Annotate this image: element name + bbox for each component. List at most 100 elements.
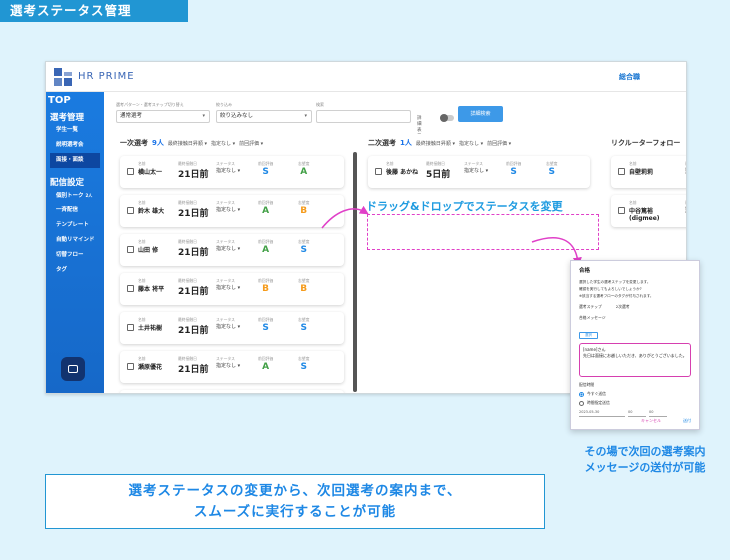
status-select[interactable]: 指定なし ▾ [216,245,240,252]
card-field: 名前 後藤 あかね [386,161,418,176]
card-checkbox[interactable] [127,363,134,370]
status-select[interactable]: 指定なし ▾ [216,323,240,330]
sidebar-item-tag[interactable]: タグ [46,263,104,278]
card-field: 名前 鈴木 雄大 [138,200,164,215]
sidebar-item-remind[interactable]: 自動リマインド [46,233,104,248]
candidate-card[interactable]: 名前 後藤 あかね 最終接触日 5日前 ステータス 指定なし ▾ 前回評価 S 志望度 S [368,156,590,188]
sort-select[interactable]: 最終接触日昇順 ▾ [168,140,207,147]
pattern-value: 通常選考 [120,113,143,119]
card-field: ステータス 指定なし ▾ [216,239,240,252]
eval-filter-select[interactable]: 前回評価 ▾ [239,140,263,147]
prev-eval-grade: A [262,206,270,216]
sidebar: TOP 選考管理 学生一覧 説明選考会 面接・面談 配信設定 個別トーク 2人 一… [46,92,104,393]
card-checkbox[interactable] [618,207,625,214]
candidate-card[interactable]: 名前中谷篤裕 (digmee) 最終接触日3 [611,195,686,227]
dialog-line-2: 確認を実行してもよろしいでしょうか? [579,287,642,291]
status-select[interactable]: 指定なし ▾ [464,167,488,174]
cancel-button[interactable]: キャンセル [641,418,661,424]
search-input[interactable] [316,110,411,123]
sidebar-item-briefing[interactable]: 説明選考会 [46,138,104,153]
card-field: 前回評価 S [258,161,273,177]
card-checkbox[interactable] [127,246,134,253]
card-field: 前回評価 A [258,239,273,255]
date-input[interactable]: 2023-05-30 [579,410,625,417]
prev-eval-grade: A [262,362,270,372]
sidebar-item-interview[interactable]: 面接・面談 [50,153,100,168]
sort-select[interactable]: 最終接触日昇順 ▾ [416,140,455,147]
send-button[interactable]: 送付 [683,418,691,424]
aspiration-grade: S [300,362,307,372]
brand-name: HR PRIME [78,71,135,82]
sidebar-item-students[interactable]: 学生一覧 [46,123,104,138]
candidate-card[interactable]: 名前 鈴木 雄大 最終接触日 21日前 ステータス 指定なし ▾ 前回評価 A 志望度 B [120,195,344,227]
aspiration-grade: S [300,245,307,255]
banner-title: 選考ステータス管理 [0,0,188,22]
radio-on-icon [579,391,584,397]
card-field: ステータス 指定なし ▾ [216,278,240,291]
card-checkbox[interactable] [618,168,625,175]
template-select-button[interactable]: 選択 [579,332,598,339]
candidate-card[interactable]: 名前 土井祐樹 最終接触日 21日前 ステータス 指定なし ▾ 前回評価 S 志望度 S [120,312,344,344]
sidebar-item-switch-flow[interactable]: 切替フロー [46,248,104,263]
status-select[interactable]: 指定なし ▾ [216,206,240,213]
card-field: 最終接触日 21日前 [178,317,209,336]
card-checkbox[interactable] [127,207,134,214]
candidate-card[interactable]: 名前 藤本 将平 最終接触日 21日前 ステータス 指定なし ▾ 前回評価 B 志望度 B [120,273,344,305]
card-checkbox[interactable] [127,285,134,292]
candidate-name: 藤本 将平 [138,286,165,293]
dialog-title: 合格 [579,268,591,274]
sidebar-top-link[interactable]: TOP [46,92,104,106]
candidate-card[interactable]: 名前自壁莉莉 最終接触日5 [611,156,686,188]
eval-filter-select[interactable]: 前回評価 ▾ [487,140,511,147]
status-select[interactable]: 指定なし ▾ [216,362,240,369]
advanced-search-button[interactable]: 詳細検索 [458,106,503,122]
sidebar-item-broadcast[interactable]: 一斉配信 [46,203,104,218]
candidate-card[interactable]: 名前 山田 修 最終接触日 21日前 ステータス 指定なし ▾ 前回評価 A 志望度 S [120,234,344,266]
user-menu[interactable]: 総合職 [619,72,640,82]
card-checkbox[interactable] [127,324,134,331]
card-field: ステータス 指定なし ▾ [216,317,240,330]
pattern-select[interactable]: 通常選考 ▾ [116,110,210,123]
candidate-name: 後藤 あかね [386,169,419,176]
send-now-radio[interactable]: 今すぐ送信 [579,391,691,397]
minute-select[interactable]: 00 [649,410,667,417]
pass-dialog: 合格 選択した学生の選考ステップを変更します。 確認を実行してもよろしいでしょう… [570,260,700,430]
hour-select[interactable]: 00 [628,410,646,417]
card-field: 志望度 S [546,161,557,177]
card-field: 前回評価 S [258,317,273,333]
candidate-card[interactable]: 名前 瀬原優花 最終接触日 21日前 ステータス 指定なし ▾ 前回評価 A 志望度 S [120,351,344,383]
candidate-name: 横山太一 [138,169,163,176]
sidebar-item-talk[interactable]: 個別トーク 2人 [46,188,104,203]
aspiration-grade: S [548,167,555,177]
chat-button[interactable] [61,357,85,381]
drop-zone [367,214,599,250]
detail-toggle[interactable] [440,114,454,122]
candidate-card[interactable]: 名前吉田康博 (Android)最終接触日21日前ステータス指定なし ▾前回評価… [120,390,344,393]
card-field: 志望度 B [298,200,309,216]
status-filter-select[interactable]: 指定なし ▾ [211,140,235,147]
chevron-down-icon: ▾ [304,113,307,119]
status-select[interactable]: 指定なし ▾ [216,284,240,291]
column-title: 一次選考 [120,139,148,147]
column-count: 9人 [152,139,164,147]
last-contact-days: 21日前 [178,365,209,375]
card-field: 名前 藤本 将平 [138,278,164,293]
narrow-label: 絞り込み [216,102,232,107]
prev-eval-grade: A [262,245,270,255]
candidate-card[interactable]: 名前 横山太一 最終接触日 21日前 ステータス 指定なし ▾ 前回評価 S 志望度 A [120,156,344,188]
card-field: 名前 山田 修 [138,239,158,254]
card-field: 最終接触日5 [685,161,686,177]
card-checkbox[interactable] [127,168,134,175]
column-scrollbar[interactable] [353,152,357,392]
card-checkbox[interactable] [375,168,382,175]
card-field: 名前 自壁莉莉 [629,161,653,176]
status-filter-select[interactable]: 指定なし ▾ [459,140,483,147]
status-select[interactable]: 指定なし ▾ [216,167,240,174]
scheduled-send-radio[interactable]: 時間指定送信 [579,400,691,406]
aspiration-grade: A [300,167,308,177]
card-field: ステータス 指定なし ▾ [216,200,240,213]
message-textarea[interactable]: [name]さん 先日は面接にお越しいただき、ありがとうございました。 [579,343,691,377]
card-field: 前回評価 A [258,356,273,372]
narrow-select[interactable]: 絞り込みなし ▾ [216,110,312,123]
sidebar-item-template[interactable]: テンプレート [46,218,104,233]
